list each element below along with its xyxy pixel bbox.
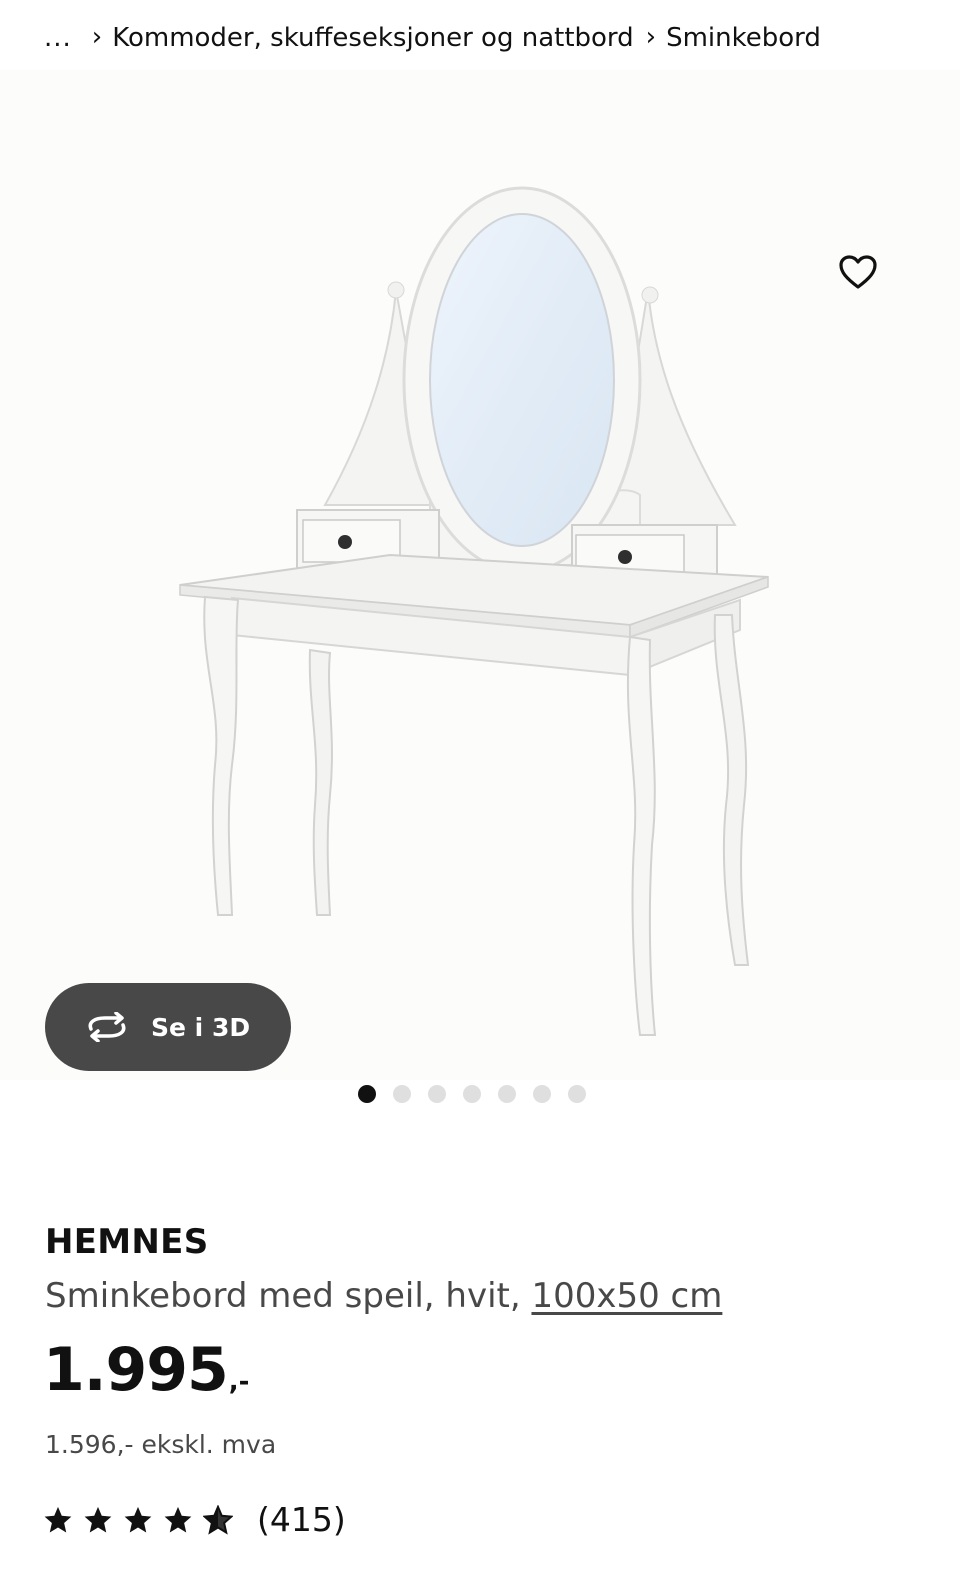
rating-stars [43, 1504, 233, 1535]
star-icon [164, 1506, 192, 1532]
carousel-dot[interactable] [428, 1085, 446, 1103]
breadcrumb-ellipsis[interactable]: ... [44, 23, 72, 53]
carousel-dot[interactable] [358, 1085, 376, 1103]
size-link[interactable]: 100x50 cm [531, 1276, 722, 1316]
carousel-dot[interactable] [533, 1085, 551, 1103]
carousel-dot[interactable] [393, 1085, 411, 1103]
heart-icon [839, 255, 877, 289]
favourite-button[interactable] [828, 242, 888, 302]
product-gallery[interactable]: Se i 3D [0, 70, 960, 1080]
carousel-dots [358, 1085, 586, 1103]
price-amount: 1.995 [43, 1335, 229, 1405]
product-description-text: Sminkebord med speil, hvit, [45, 1276, 521, 1316]
view-in-3d-button[interactable]: Se i 3D [45, 983, 291, 1071]
breadcrumb-label[interactable]: Sminkebord [666, 23, 821, 53]
carousel-dot[interactable] [498, 1085, 516, 1103]
star-icon [44, 1506, 72, 1532]
breadcrumb: ... › Kommoder, skuffeseksjoner og nattb… [44, 18, 821, 58]
breadcrumb-item-kommoder[interactable]: › Kommoder, skuffeseksjoner og nattbord [91, 22, 634, 53]
breadcrumb-item-sminkebord[interactable]: › Sminkebord [634, 22, 821, 53]
product-image [179, 186, 769, 1036]
star-icon [124, 1506, 152, 1532]
product-price: 1.995 ,- [43, 1335, 249, 1405]
chevron-right-icon: › [91, 22, 103, 52]
star-half-icon [203, 1504, 233, 1535]
product-brand: HEMNES [45, 1222, 209, 1262]
carousel-dot[interactable] [568, 1085, 586, 1103]
rotate-3d-icon [88, 1012, 126, 1042]
review-count: (415) [257, 1500, 346, 1539]
view-in-3d-label: Se i 3D [151, 1012, 251, 1042]
product-description: Sminkebord med speil, hvit, 100x50 cm [45, 1276, 722, 1316]
breadcrumb-label[interactable]: Kommoder, skuffeseksjoner og nattbord [112, 23, 633, 53]
price-suffix: ,- [228, 1367, 250, 1397]
star-icon [84, 1506, 112, 1532]
product-rating[interactable]: (415) [43, 1500, 346, 1539]
price-ex-vat: 1.596,- ekskl. mva [45, 1430, 277, 1459]
carousel-dot[interactable] [463, 1085, 481, 1103]
chevron-right-icon: › [645, 22, 657, 52]
